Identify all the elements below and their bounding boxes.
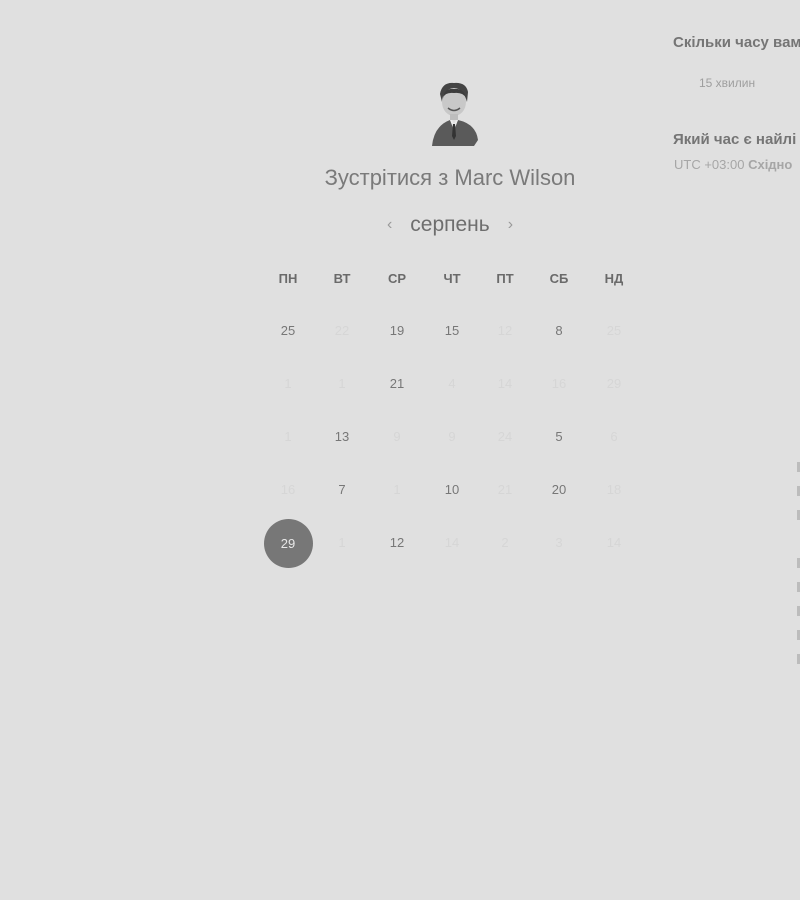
calendar-day[interactable]: 25 bbox=[270, 321, 306, 341]
calendar-day-selected[interactable]: 29 bbox=[263, 518, 313, 568]
duration-option[interactable]: 15 хвилин bbox=[699, 76, 755, 90]
timezone-selector[interactable]: UTC +03:00 Східно bbox=[674, 157, 792, 172]
calendar-day[interactable]: 20 bbox=[541, 480, 577, 500]
calendar-day: 9 bbox=[393, 429, 401, 444]
calendar-day[interactable]: 8 bbox=[541, 321, 577, 341]
calendar-day: 16 bbox=[551, 376, 567, 391]
avatar bbox=[430, 80, 482, 148]
weekday-header: СР bbox=[387, 271, 407, 286]
calendar-day: 25 bbox=[606, 323, 622, 338]
calendar-day: 29 bbox=[606, 376, 622, 391]
weekday-header: ВТ bbox=[333, 271, 351, 286]
calendar-day: 3 bbox=[555, 535, 563, 550]
calendar-day: 9 bbox=[448, 429, 456, 444]
month-navigation: ‹ серпень › bbox=[360, 210, 540, 240]
calendar-day: 16 bbox=[280, 482, 296, 497]
calendar-day[interactable]: 7 bbox=[324, 480, 360, 500]
calendar-day[interactable]: 13 bbox=[324, 427, 360, 447]
calendar-day: 6 bbox=[610, 429, 618, 444]
calendar-day: 14 bbox=[497, 376, 513, 391]
weekday-header: СБ bbox=[549, 271, 569, 286]
calendar-day: 1 bbox=[284, 429, 292, 444]
calendar-day: 1 bbox=[338, 535, 346, 550]
weekday-header: НД bbox=[604, 271, 624, 286]
chevron-left-icon[interactable]: ‹ bbox=[387, 216, 392, 234]
calendar-day: 21 bbox=[497, 482, 513, 497]
chevron-right-icon[interactable]: › bbox=[508, 216, 513, 234]
calendar-day[interactable]: 12 bbox=[379, 533, 415, 553]
weekday-header: ПН bbox=[278, 271, 298, 286]
calendar-day: 2 bbox=[501, 535, 509, 550]
calendar-day[interactable]: 10 bbox=[434, 480, 470, 500]
calendar-day[interactable]: 5 bbox=[541, 427, 577, 447]
calendar-day[interactable]: 15 bbox=[434, 321, 470, 341]
weekday-header: ПТ bbox=[496, 271, 514, 286]
calendar-day: 14 bbox=[606, 535, 622, 550]
calendar-day: 1 bbox=[284, 376, 292, 391]
calendar-day: 1 bbox=[338, 376, 346, 391]
calendar-day: 14 bbox=[444, 535, 460, 550]
calendar-day: 12 bbox=[497, 323, 513, 338]
calendar-day[interactable]: 19 bbox=[379, 321, 415, 341]
timezone-offset: UTC +03:00 bbox=[674, 157, 745, 172]
calendar-day: 1 bbox=[393, 482, 401, 497]
month-label: серпень bbox=[410, 213, 490, 236]
calendar-day[interactable]: 21 bbox=[379, 374, 415, 394]
time-question: Який час є найлі bbox=[673, 131, 797, 148]
duration-question: Скільки часу вам bbox=[673, 34, 800, 51]
calendar-day: 18 bbox=[606, 482, 622, 497]
timezone-name: Східно bbox=[748, 157, 793, 172]
calendar-day: 22 bbox=[334, 323, 350, 338]
booking-page: Зустрітися з Marc Wilson ‹ серпень › ПН В… bbox=[0, 0, 800, 900]
page-title: Зустрітися з Marc Wilson bbox=[324, 165, 576, 190]
weekday-header: ЧТ bbox=[443, 271, 461, 286]
calendar-day: 4 bbox=[448, 376, 456, 391]
calendar-day: 24 bbox=[497, 429, 513, 444]
